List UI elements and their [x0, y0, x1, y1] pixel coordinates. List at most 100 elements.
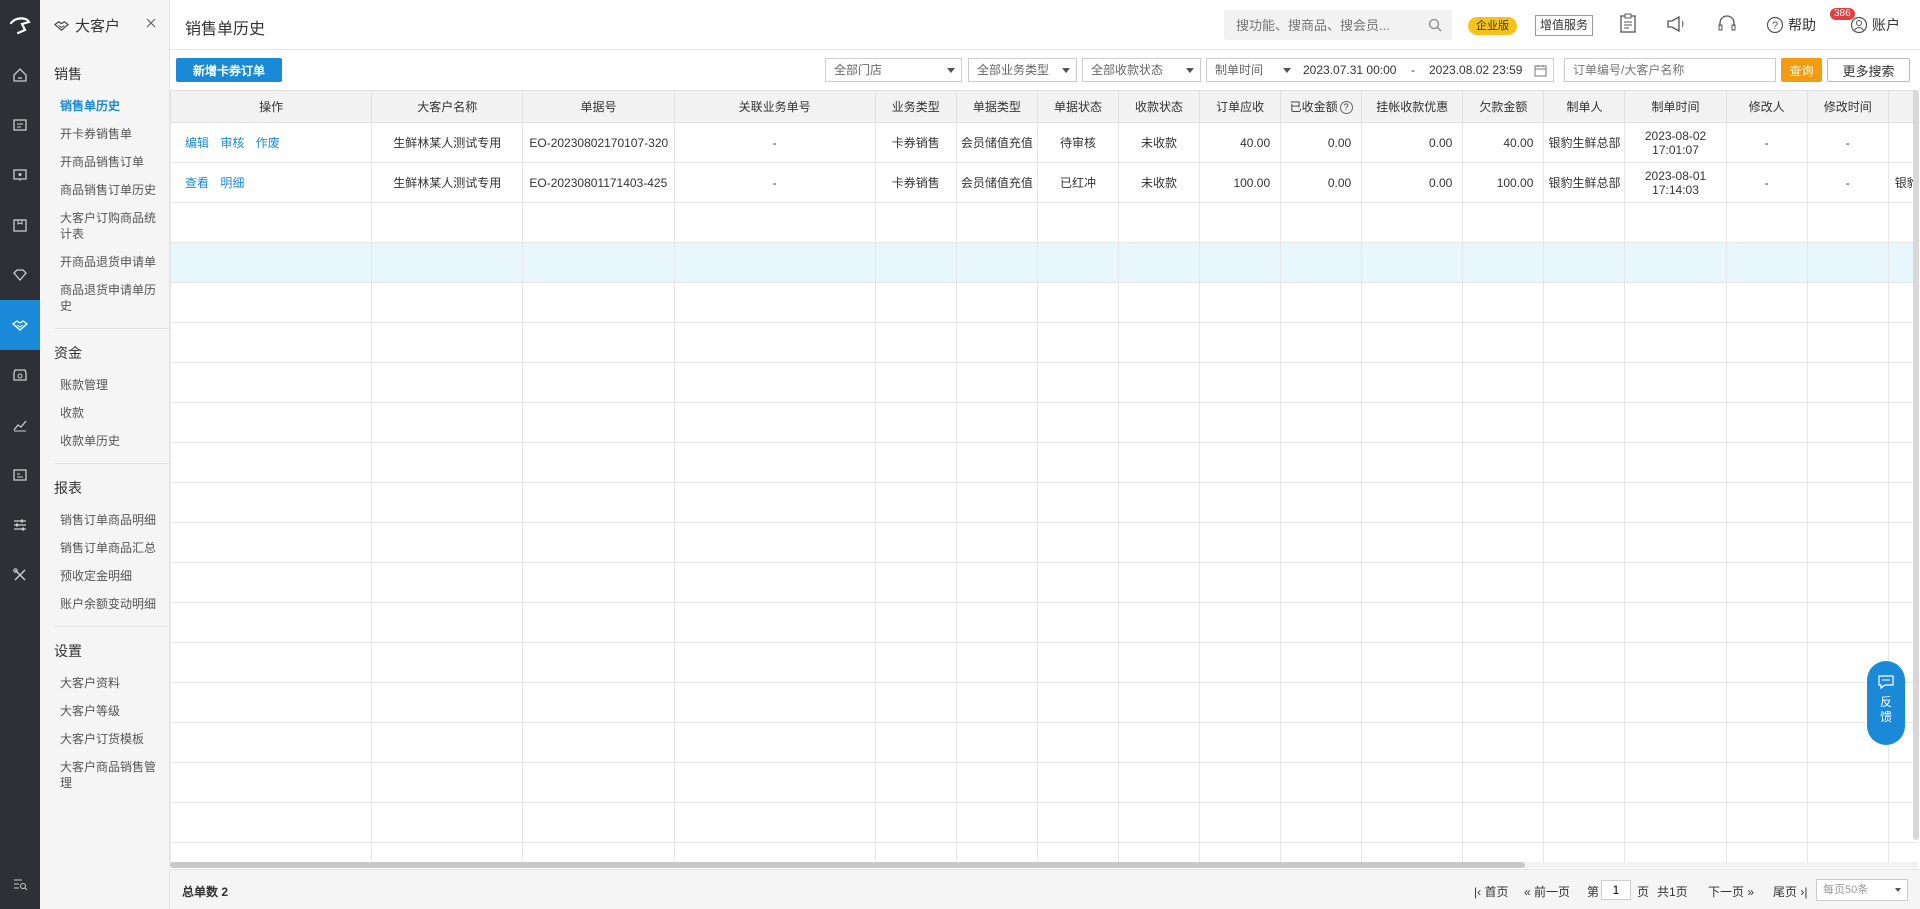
empty-cell — [673, 282, 876, 323]
close-icon[interactable] — [145, 17, 157, 29]
view-link[interactable]: 查看 — [185, 176, 209, 190]
secondary-sidebar: 大客户 销售 销售单历史 开卡券销售单 开商品销售订单 商品销售订单历史 大客户… — [40, 0, 170, 909]
sidebar-item-order-template[interactable]: 大客户订货模板 — [40, 725, 169, 753]
handshake-icon[interactable] — [0, 300, 40, 350]
sidebar-item-customer-profile[interactable]: 大客户资料 — [40, 669, 169, 697]
empty-cell — [1543, 722, 1626, 763]
monitor-icon[interactable] — [0, 150, 40, 200]
empty-row — [170, 842, 1918, 862]
table-footer: 总单数 2 |‹ 首页 « 前一页 第 页 共1页 下一页 » 尾页 ›| 每页… — [170, 869, 1920, 909]
date-range-picker[interactable]: 制单时间 2023.07.31 00:00 - 2023.08.02 23:59 — [1206, 58, 1554, 82]
table-row[interactable]: 查看 明细 生鲜林某人测试专用 EO-20230801171403-425 - … — [170, 162, 1918, 203]
sales-history-table: 操作 大客户名称 单据号 关联业务单号 业务类型 单据类型 单据状态 收款状态 … — [170, 90, 1918, 862]
sidebar-item-order-detail[interactable]: 销售订单商品明细 — [40, 506, 169, 534]
sidebar-item-balance-change[interactable]: 账户余额变动明细 — [40, 590, 169, 618]
megaphone-icon[interactable] — [1666, 15, 1686, 33]
vertical-scrollbar[interactable] — [1913, 90, 1919, 840]
last-page-button[interactable]: 尾页 ›| — [1773, 883, 1807, 900]
table-row[interactable]: 编辑 审核 作废 生鲜林某人测试专用 EO-20230802170107-320… — [170, 122, 1918, 163]
value-added-button[interactable]: 增值服务 — [1535, 15, 1594, 36]
empty-cell — [1806, 282, 1889, 323]
empty-cell — [1280, 522, 1363, 563]
sidebar-item-sales-history[interactable]: 销售单历史 — [40, 92, 169, 120]
empty-cell — [874, 802, 957, 843]
empty-cell — [874, 482, 957, 523]
empty-cell — [1036, 362, 1119, 403]
clipboard-icon[interactable] — [1619, 13, 1637, 33]
feedback-button[interactable]: 反 馈 — [1867, 661, 1905, 745]
query-button[interactable]: 查询 — [1781, 58, 1822, 82]
home-icon[interactable] — [0, 50, 40, 100]
search-icon[interactable] — [1428, 18, 1442, 32]
document-icon[interactable] — [0, 100, 40, 150]
scrollbar-thumb[interactable] — [170, 862, 1525, 868]
sidebar-item-new-return[interactable]: 开商品退货申请单 — [40, 248, 169, 276]
prev-page-button[interactable]: « 前一页 — [1524, 883, 1570, 900]
empty-cell — [1725, 842, 1808, 862]
sliders-icon[interactable] — [0, 500, 40, 550]
feedback-label-2: 馈 — [1879, 710, 1892, 724]
tools-icon[interactable] — [0, 550, 40, 600]
prev-page-label: 前一页 — [1534, 885, 1571, 899]
search-menu-icon[interactable] — [0, 869, 40, 899]
logo-icon[interactable] — [0, 0, 40, 50]
pay-status-select[interactable]: 全部收款状态 — [1082, 58, 1201, 82]
help-icon[interactable]: ? — [1339, 101, 1353, 115]
box-icon[interactable] — [0, 200, 40, 250]
date-start[interactable]: 2023.07.31 00:00 — [1303, 59, 1396, 81]
more-search-button[interactable]: 更多搜索 — [1827, 58, 1910, 82]
detail-link[interactable]: 明细 — [220, 176, 244, 190]
first-page-button[interactable]: |‹ 首页 — [1474, 883, 1508, 900]
sidebar-item-order-summary[interactable]: 销售订单商品汇总 — [40, 534, 169, 562]
void-link[interactable]: 作废 — [256, 136, 280, 150]
biz-type-select[interactable]: 全部业务类型 — [968, 58, 1077, 82]
sidebar-item-collect[interactable]: 收款 — [40, 399, 169, 427]
maker-cell: 银豹生鲜总部 — [1543, 162, 1626, 203]
edit-link[interactable]: 编辑 — [185, 136, 209, 150]
calendar-icon[interactable] — [1534, 64, 1547, 77]
page-size-select[interactable]: 每页50条 — [1816, 879, 1908, 901]
store-select[interactable]: 全部门店 — [825, 58, 962, 82]
date-type-label[interactable]: 制单时间 — [1215, 59, 1263, 81]
empty-cell — [170, 482, 373, 523]
empty-cell — [1361, 522, 1464, 563]
empty-cell — [170, 442, 373, 483]
empty-cell — [1462, 482, 1545, 523]
sidebar-item-new-goods-order[interactable]: 开商品销售订单 — [40, 148, 169, 176]
sidebar-item-customer-level[interactable]: 大客户等级 — [40, 697, 169, 725]
sidebar-item-purchase-stats[interactable]: 大客户订购商品统计表 — [40, 204, 169, 248]
empty-cell — [1624, 242, 1727, 283]
sidebar-item-deposit-detail[interactable]: 预收定金明细 — [40, 562, 169, 590]
sidebar-item-accounts[interactable]: 账款管理 — [40, 371, 169, 399]
global-search-input[interactable] — [1224, 10, 1414, 40]
keyword-search-input[interactable] — [1564, 58, 1776, 82]
diamond-icon[interactable] — [0, 250, 40, 300]
empty-cell — [1361, 402, 1464, 443]
sidebar-item-return-history[interactable]: 商品退货申请单历史 — [40, 276, 169, 320]
id-card-icon[interactable] — [0, 450, 40, 500]
audit-link[interactable]: 审核 — [220, 136, 244, 150]
horizontal-scrollbar[interactable] — [170, 862, 1918, 868]
new-card-order-button[interactable]: 新增卡券订单 — [176, 58, 282, 82]
chart-icon[interactable] — [0, 400, 40, 450]
sidebar-item-goods-order-history[interactable]: 商品销售订单历史 — [40, 176, 169, 204]
empty-cell — [1725, 642, 1808, 683]
sidebar-item-goods-sales-mgmt[interactable]: 大客户商品销售管理 — [40, 753, 169, 797]
empty-cell — [1725, 282, 1808, 323]
empty-cell — [1036, 482, 1119, 523]
empty-cell — [1543, 522, 1626, 563]
sidebar-item-collect-history[interactable]: 收款单历史 — [40, 427, 169, 455]
page-number-input[interactable] — [1601, 880, 1631, 900]
empty-cell — [955, 402, 1038, 443]
sidebar-item-card-sale[interactable]: 开卡券销售单 — [40, 120, 169, 148]
help-link[interactable]: ? 帮助 — [1766, 15, 1816, 35]
edition-badge[interactable]: 企业版 — [1468, 17, 1517, 35]
empty-cell — [1036, 682, 1119, 723]
empty-cell — [1199, 482, 1282, 523]
store-icon[interactable] — [0, 350, 40, 400]
headset-icon[interactable] — [1717, 15, 1737, 33]
next-page-button[interactable]: 下一页 » — [1708, 883, 1754, 900]
empty-cell — [1624, 722, 1727, 763]
account-link[interactable]: 账户 — [1850, 15, 1900, 35]
date-end[interactable]: 2023.08.02 23:59 — [1429, 59, 1522, 81]
